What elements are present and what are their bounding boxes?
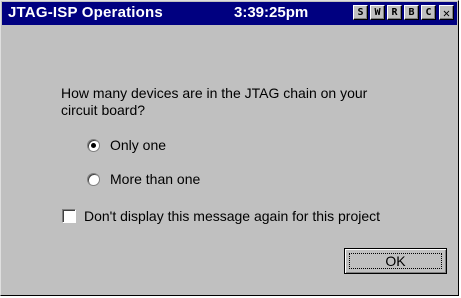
ok-button[interactable]: OK xyxy=(344,248,447,274)
titlebar-w-button[interactable]: W xyxy=(370,5,385,20)
device-count-question: How many devices are in the JTAG chain o… xyxy=(61,85,368,118)
window-title: JTAG-ISP Operations xyxy=(8,4,163,21)
radio-more-than-one[interactable] xyxy=(87,172,100,186)
titlebar-buttons: S W R B C ✕ xyxy=(353,5,454,20)
option-more-than-one[interactable]: More than one xyxy=(87,171,200,187)
dont-display-checkbox[interactable] xyxy=(62,209,76,223)
radio-only-one[interactable] xyxy=(87,138,100,152)
dialog-window: JTAG-ISP Operations 3:39:25pm S W R B C … xyxy=(0,0,459,296)
title-clock: 3:39:25pm xyxy=(234,4,309,21)
option-more-than-one-label: More than one xyxy=(110,171,201,187)
titlebar-b-button[interactable]: B xyxy=(404,5,419,20)
titlebar-c-button[interactable]: C xyxy=(421,5,436,20)
focus-rectangle xyxy=(349,253,442,269)
titlebar-s-button[interactable]: S xyxy=(353,5,368,20)
dont-display-row[interactable]: Don't display this message again for thi… xyxy=(62,208,380,224)
dont-display-label: Don't display this message again for thi… xyxy=(84,208,381,224)
titlebar-r-button[interactable]: R xyxy=(387,5,402,20)
close-icon[interactable]: ✕ xyxy=(439,5,454,20)
option-only-one-label: Only one xyxy=(110,137,167,153)
option-only-one[interactable]: Only one xyxy=(87,137,166,153)
title-bar[interactable]: JTAG-ISP Operations 3:39:25pm S W R B C … xyxy=(2,2,457,25)
